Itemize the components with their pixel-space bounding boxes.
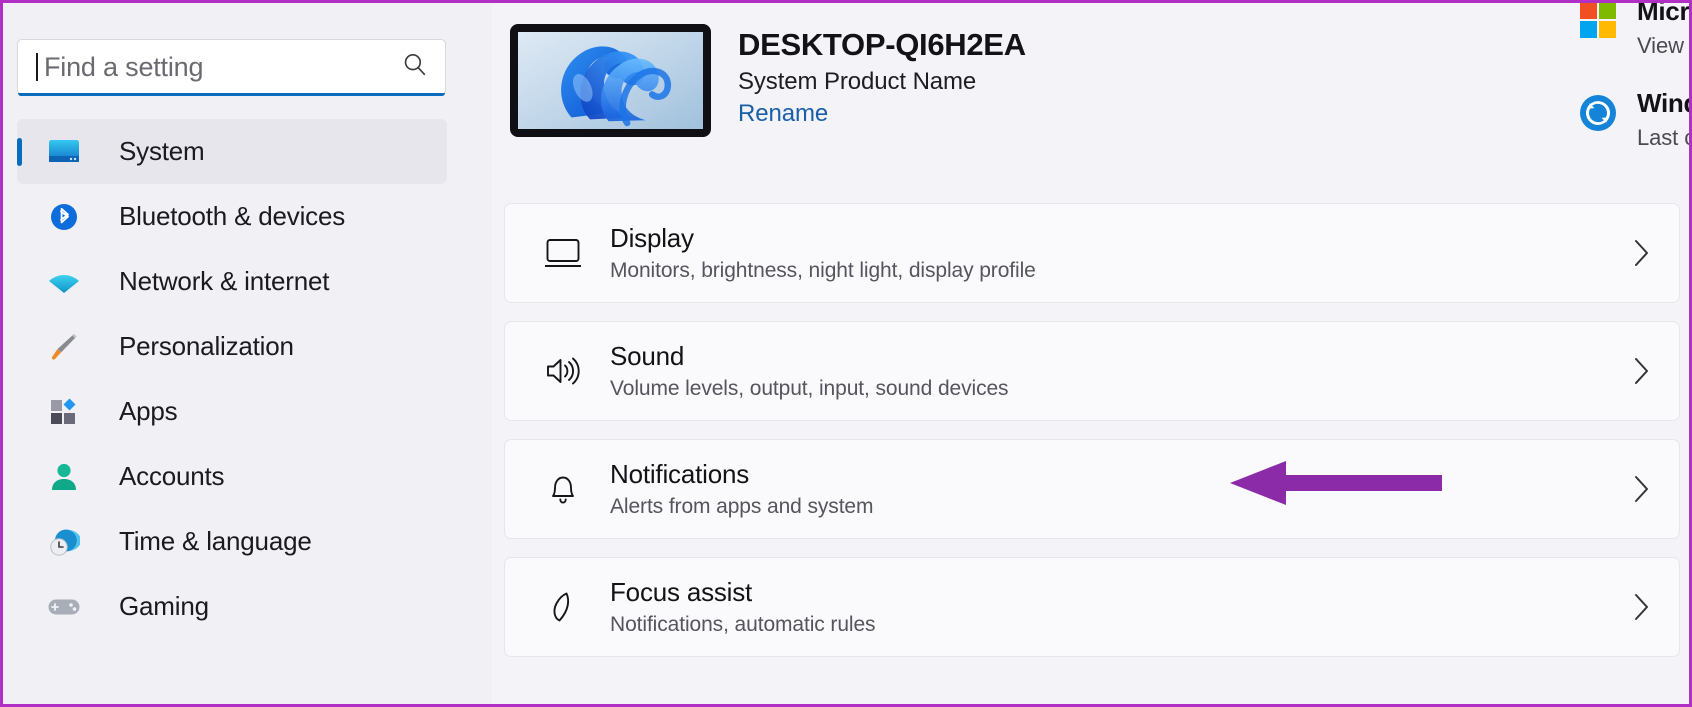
settings-row-subtitle: Alerts from apps and system	[610, 495, 874, 519]
settings-row-subtitle: Volume levels, output, input, sound devi…	[610, 377, 1009, 401]
search-input[interactable]: Find a setting	[17, 39, 446, 96]
windows-bloom-wallpaper	[510, 24, 711, 137]
settings-row-subtitle: Monitors, brightness, night light, displ…	[610, 259, 1036, 283]
windows-update-card[interactable]: Windows Update Last checked: 10 hours ag…	[1577, 88, 1689, 151]
sidebar-item-network-internet[interactable]: Network & internet	[17, 249, 447, 314]
wifi-icon	[47, 269, 81, 295]
search-container: Find a setting	[17, 39, 446, 96]
device-model: System Product Name	[738, 67, 977, 95]
system-monitor-icon	[47, 139, 81, 165]
sidebar-item-label: Time & language	[119, 526, 312, 556]
search-placeholder: Find a setting	[44, 51, 204, 82]
chevron-right-icon[interactable]	[1629, 354, 1653, 388]
sidebar-item-label: Network & internet	[119, 266, 330, 296]
sidebar-item-label: Accounts	[119, 461, 225, 491]
sidebar-item-label: Bluetooth & devices	[119, 201, 346, 231]
quick-card-subtitle: Last checked: 10 hours ago	[1637, 124, 1689, 150]
main-content: DESKTOP-QI6H2EA System Product Name Rena…	[492, 3, 1689, 704]
gamepad-icon	[47, 595, 81, 619]
settings-row-title: Sound	[610, 340, 685, 371]
chevron-right-icon[interactable]	[1629, 472, 1653, 506]
settings-window: Find a setting System Bluetooth & device…	[0, 0, 1692, 707]
settings-list: Display Monitors, brightness, night ligh…	[504, 203, 1680, 675]
quick-actions: Microsoft 365 View benefits	[1577, 3, 1689, 193]
clock-globe-icon	[47, 527, 81, 557]
search-icon[interactable]	[401, 51, 429, 84]
sidebar-item-gaming[interactable]: Gaming	[17, 574, 447, 639]
sidebar-item-label: Gaming	[119, 591, 209, 621]
settings-row-display[interactable]: Display Monitors, brightness, night ligh…	[504, 203, 1680, 303]
settings-row-title: Display	[610, 222, 694, 253]
sidebar-item-time-language[interactable]: Time & language	[17, 509, 447, 574]
monitor-icon	[538, 235, 588, 271]
microsoft-logo-icon	[1577, 3, 1619, 39]
sidebar-item-label: System	[119, 136, 205, 166]
microsoft-365-card[interactable]: Microsoft 365 View benefits	[1577, 3, 1689, 59]
sidebar-item-system[interactable]: System	[17, 119, 447, 184]
account-person-icon	[47, 462, 81, 492]
settings-row-subtitle: Notifications, automatic rules	[610, 613, 876, 637]
sidebar-nav: System Bluetooth & devices Network & int…	[3, 119, 492, 639]
settings-row-sound[interactable]: Sound Volume levels, output, input, soun…	[504, 321, 1680, 421]
settings-row-title: Focus assist	[610, 576, 753, 607]
settings-row-focus-assist[interactable]: Focus assist Notifications, automatic ru…	[504, 557, 1680, 657]
speaker-icon	[538, 353, 588, 389]
bell-icon	[538, 470, 588, 508]
device-name: DESKTOP-QI6H2EA	[738, 27, 1026, 62]
device-header: DESKTOP-QI6H2EA System Product Name Rena…	[492, 3, 1689, 193]
sidebar: Find a setting System Bluetooth & device…	[3, 3, 492, 704]
quick-card-subtitle: View benefits	[1637, 32, 1689, 58]
apps-blocks-icon	[47, 397, 81, 427]
sidebar-item-bluetooth-devices[interactable]: Bluetooth & devices	[17, 184, 447, 249]
sidebar-item-accounts[interactable]: Accounts	[17, 444, 447, 509]
chevron-right-icon[interactable]	[1629, 236, 1653, 270]
paintbrush-icon	[47, 331, 81, 363]
sidebar-item-label: Personalization	[119, 331, 294, 361]
moon-icon	[538, 588, 588, 626]
sidebar-item-apps[interactable]: Apps	[17, 379, 447, 444]
windows-update-sync-icon	[1577, 93, 1619, 133]
device-info: DESKTOP-QI6H2EA System Product Name Rena…	[738, 21, 1026, 128]
settings-row-notifications[interactable]: Notifications Alerts from apps and syste…	[504, 439, 1680, 539]
sidebar-item-personalization[interactable]: Personalization	[17, 314, 447, 379]
settings-row-title: Notifications	[610, 458, 750, 489]
chevron-right-icon[interactable]	[1629, 590, 1653, 624]
rename-link[interactable]: Rename	[738, 100, 1026, 128]
sidebar-item-label: Apps	[119, 396, 178, 426]
quick-card-title: Windows Update	[1637, 88, 1689, 118]
quick-card-title: Microsoft 365	[1637, 3, 1689, 26]
bluetooth-icon	[47, 202, 81, 232]
